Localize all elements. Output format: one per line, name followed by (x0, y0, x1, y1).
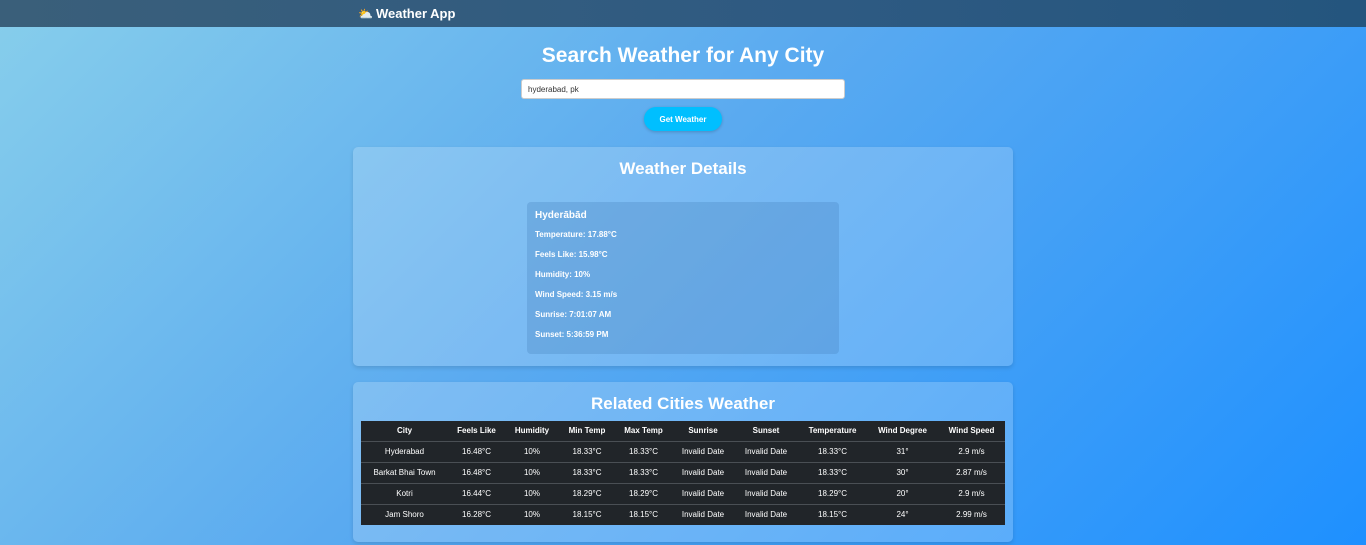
cell-humidity: 10% (505, 441, 559, 463)
col-header-city: City (361, 421, 448, 442)
brand-link[interactable]: ⛅ Weather App (358, 6, 455, 21)
feels-like-line: Feels Like: 15.98°C (535, 250, 608, 259)
cell-feels-like: 16.44°C (448, 483, 505, 505)
cell-sunset: Invalid Date (734, 441, 798, 463)
col-header-temperature: Temperature (798, 421, 867, 442)
cell-humidity: 10% (505, 462, 559, 484)
search-title: Search Weather for Any City (541, 44, 825, 67)
temperature-line: Temperature: 17.88°C (535, 230, 617, 239)
cell-feels-like: 16.48°C (448, 441, 505, 463)
table-row: Barkat Bhai Town 16.48°C 10% 18.33°C 18.… (361, 462, 1005, 484)
brand-text: Weather App (375, 6, 456, 21)
cell-temperature: 18.33°C (798, 462, 867, 484)
cell-min-temp: 18.15°C (572, 510, 602, 520)
city-search-input[interactable] (521, 79, 845, 99)
cell-min-temp: 18.29°C (559, 483, 615, 505)
cell-sunset: Invalid Date (734, 483, 798, 505)
table-row: Jam Shoro 16.28°C 10% 18.15°C 18.15°C In… (361, 504, 1005, 525)
cell-max-temp: 18.33°C (615, 441, 672, 463)
cell-wind-speed: 2.9 m/s (938, 483, 1005, 505)
cloud-sun-icon: ⛅ (358, 6, 373, 21)
cell-wind-speed: 2.9 m/s (938, 441, 1005, 463)
col-header-wind-speed: Wind Speed (938, 421, 1005, 442)
cell-humidity: 10% (523, 510, 540, 520)
cell-wind-degree: 31° (867, 441, 938, 463)
cell-feels-like: 16.48°C (448, 462, 505, 484)
cell-max-temp: 18.33°C (615, 462, 672, 484)
related-cities-title: Related Cities Weather (591, 394, 775, 413)
col-header-humidity: Humidity (505, 421, 559, 442)
cell-wind-degree: 24° (896, 510, 909, 520)
table-row: Hyderabad 16.48°C 10% 18.33°C 18.33°C In… (361, 441, 1005, 463)
cell-sunset: Invalid Date (744, 510, 788, 520)
humidity-line: Humidity: 10% (535, 270, 591, 279)
cell-max-temp: 18.29°C (615, 483, 672, 505)
cell-sunrise: Invalid Date (681, 510, 725, 520)
col-header-sunrise: Sunrise (672, 421, 734, 442)
cell-city: Hyderabad (361, 441, 448, 463)
sunrise-line: Sunrise: 7:01:07 AM (535, 310, 612, 319)
get-weather-button[interactable]: Get Weather (644, 107, 722, 131)
wind-speed-line: Wind Speed: 3.15 m/s (535, 290, 618, 299)
related-cities-table: City Feels Like Humidity Min Temp Max Te… (361, 421, 1005, 525)
cell-min-temp: 18.33°C (559, 462, 615, 484)
cell-city: Kotri (361, 483, 448, 505)
col-header-feels-like: Feels Like (448, 421, 505, 442)
cell-min-temp: 18.33°C (559, 441, 615, 463)
cell-city: Jam Shoro (385, 510, 424, 520)
cell-temperature: 18.29°C (798, 483, 867, 505)
cell-sunrise: Invalid Date (672, 441, 734, 463)
cell-wind-speed: 2.99 m/s (956, 510, 987, 520)
sunset-line: Sunset: 5:36:59 PM (535, 330, 609, 339)
weather-details-title: Weather Details (619, 159, 747, 178)
city-weather-box: Hyderābād Temperature: 17.88°C Feels Lik… (527, 202, 839, 354)
cell-wind-speed: 2.87 m/s (938, 462, 1005, 484)
cell-sunrise: Invalid Date (672, 462, 734, 484)
cell-city: Barkat Bhai Town (361, 462, 448, 484)
col-header-wind-degree: Wind Degree (867, 421, 938, 442)
cell-sunrise: Invalid Date (672, 483, 734, 505)
cell-humidity: 10% (505, 483, 559, 505)
cell-sunset: Invalid Date (734, 462, 798, 484)
related-cities-card: Related Cities Weather City Feels Like H… (353, 382, 1013, 542)
col-header-max-temp: Max Temp (615, 421, 672, 442)
table-header-row: City Feels Like Humidity Min Temp Max Te… (361, 421, 1005, 442)
col-header-sunset: Sunset (734, 421, 798, 442)
cell-temperature: 18.15°C (818, 510, 847, 520)
city-name: Hyderābād (535, 210, 587, 221)
cell-max-temp: 18.15°C (629, 510, 658, 520)
weather-details-card: Weather Details Hyderābād Temperature: 1… (353, 147, 1013, 366)
navbar: ⛅ Weather App (0, 0, 1366, 27)
cell-temperature: 18.33°C (798, 441, 867, 463)
cell-wind-degree: 30° (867, 462, 938, 484)
col-header-min-temp: Min Temp (559, 421, 615, 442)
cell-wind-degree: 20° (867, 483, 938, 505)
table-row: Kotri 16.44°C 10% 18.29°C 18.29°C Invali… (361, 483, 1005, 505)
cell-feels-like: 16.28°C (462, 510, 491, 520)
